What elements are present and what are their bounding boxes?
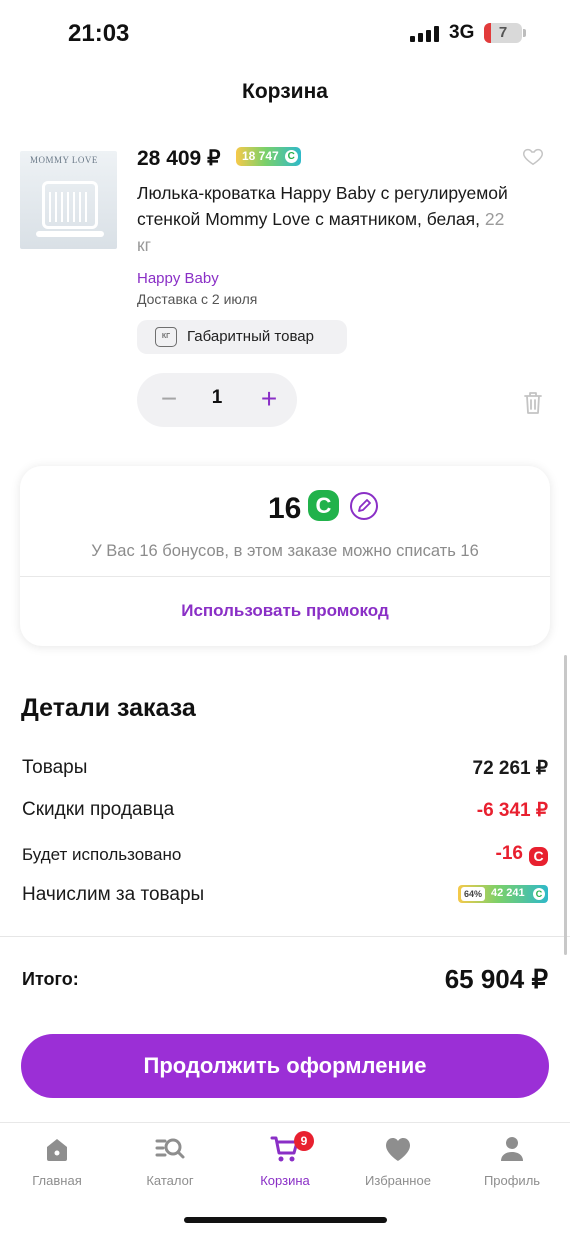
tab-label: Главная: [32, 1173, 82, 1188]
tab-label: Избранное: [365, 1173, 431, 1188]
signal-icon: [410, 26, 440, 42]
scrollbar[interactable]: [564, 655, 567, 955]
quantity-value: 1: [211, 387, 223, 408]
goods-value: 72 261 ₽: [472, 758, 548, 779]
cart-count-badge: 9: [294, 1131, 314, 1151]
tab-favorites[interactable]: Избранное: [343, 1133, 453, 1188]
thumb-brand: MOMMY LOVE: [30, 155, 98, 165]
product-name[interactable]: Люлька-кроватка Happy Baby с регулируемо…: [137, 180, 517, 258]
decrease-quantity-button[interactable]: −: [153, 383, 185, 417]
bonus-coin-icon: C: [308, 490, 339, 521]
status-bar: 21:03 3G 7: [0, 0, 570, 64]
bonus-card: 16 C У Вас 16 бонусов, в этом заказе мож…: [20, 466, 550, 646]
accrual-percent: 64%: [461, 887, 486, 901]
increase-quantity-button[interactable]: +: [253, 383, 285, 417]
accrual-label: Начислим за товары: [22, 884, 205, 905]
status-time: 21:03: [68, 20, 130, 47]
use-promo-code-button[interactable]: Использовать промокод: [20, 601, 550, 621]
product-title: Люлька-кроватка Happy Baby с регулируемо…: [137, 183, 508, 229]
bonus-used-label: Будет использовано: [22, 845, 182, 864]
network-type: 3G: [449, 22, 475, 43]
total-value: 65 904 ₽: [444, 964, 548, 994]
bonus-coin-icon: C: [284, 150, 298, 163]
tab-profile[interactable]: Профиль: [457, 1133, 567, 1188]
home-indicator: [184, 1217, 387, 1223]
delete-trash-icon[interactable]: [522, 390, 544, 416]
tab-catalog[interactable]: Каталог: [115, 1133, 225, 1188]
product-image[interactable]: MOMMY LOVE: [20, 151, 117, 249]
seller-discount-value: -6 341 ₽: [476, 800, 548, 821]
battery-icon: 7: [484, 23, 522, 43]
crib-base: [36, 231, 104, 237]
home-icon: [47, 1139, 67, 1161]
crib-illustration: [42, 181, 98, 229]
bonus-used-row: -16 C: [496, 843, 548, 866]
divider: [0, 936, 570, 937]
tab-home[interactable]: Главная: [2, 1133, 112, 1188]
divider: [20, 576, 550, 577]
weight-icon: КГ: [155, 327, 177, 347]
quantity-stepper: − 1 +: [137, 373, 297, 427]
page-title: Корзина: [242, 80, 328, 103]
continue-checkout-button[interactable]: Продолжить оформление: [21, 1034, 549, 1098]
tab-label: Каталог: [146, 1173, 194, 1188]
delivery-date: Доставка с 2 июля: [137, 291, 258, 307]
brand-link[interactable]: Happy Baby: [137, 270, 219, 287]
accrual-value: 42 241: [491, 887, 525, 899]
bonus-coin-icon: C: [533, 888, 545, 900]
accrual-badge: 64% 42 241 C: [458, 885, 548, 903]
profile-icon: [501, 1137, 523, 1161]
bonus-hint: У Вас 16 бонусов, в этом заказе можно сп…: [91, 542, 479, 560]
bonus-count: 16: [268, 492, 302, 525]
seller-discount-label: Скидки продавца: [22, 799, 175, 820]
tab-cart[interactable]: 9 Корзина: [230, 1131, 340, 1188]
tab-label: Профиль: [483, 1173, 541, 1188]
total-label: Итого:: [22, 969, 79, 989]
oversize-label: Габаритный товар: [187, 328, 314, 345]
bonus-badge-value: 18 747: [242, 149, 279, 163]
battery-cap: [523, 29, 526, 37]
product-price: 28 409 ₽: [137, 147, 221, 170]
battery-level: 7: [498, 24, 508, 41]
edit-pencil-icon[interactable]: [350, 492, 378, 520]
bonus-coin-icon: C: [529, 847, 548, 866]
bonus-badge: 18 747 C: [236, 147, 301, 166]
oversize-badge: КГ Габаритный товар: [137, 320, 347, 354]
goods-label: Товары: [22, 757, 88, 778]
catalog-search-icon: [155, 1138, 185, 1159]
favorite-heart-icon[interactable]: [522, 145, 544, 167]
order-details-title: Детали заказа: [21, 694, 196, 722]
tab-label: Корзина: [260, 1173, 310, 1188]
bonus-used-value: -16: [495, 843, 523, 864]
heart-icon: [386, 1138, 410, 1161]
